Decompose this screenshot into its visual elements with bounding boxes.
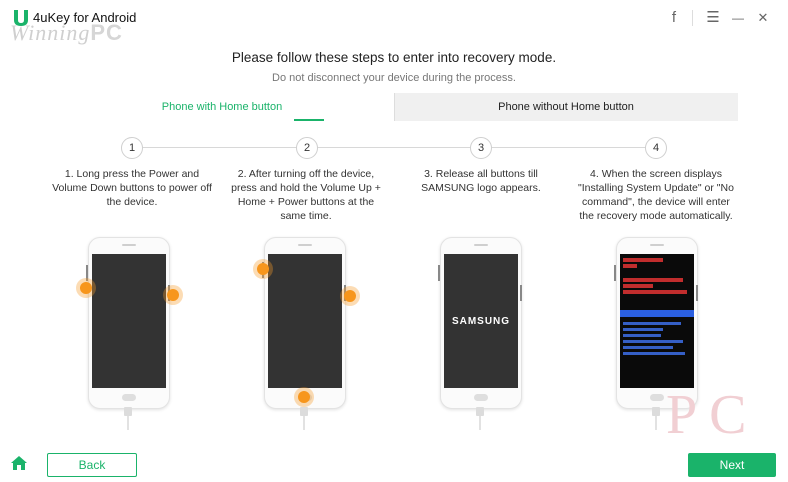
watermark: WinningPC <box>10 20 123 45</box>
next-button[interactable]: Next <box>688 453 776 477</box>
usb-cable <box>655 416 657 430</box>
volume-up-press-indicator <box>253 259 273 279</box>
usb-cable <box>303 416 305 430</box>
step-4-number: 4 <box>645 137 667 159</box>
phone-home-button <box>474 394 488 401</box>
title-bar: 4uKey for Android WinningPC f ☰ — ✕ <box>0 0 788 45</box>
usb-connector <box>652 407 660 416</box>
phone-screen <box>268 254 342 388</box>
recovery-menu-item <box>623 340 683 343</box>
phone-screen <box>92 254 166 388</box>
phone-speaker <box>122 244 136 246</box>
active-tab-indicator <box>294 119 324 121</box>
phone-speaker <box>474 244 488 246</box>
recovery-info-text <box>623 278 683 282</box>
volume-button <box>438 265 440 281</box>
phone-speaker <box>650 244 664 246</box>
corner-watermark: PC <box>666 384 759 446</box>
step-2-number: 2 <box>296 137 318 159</box>
facebook-icon[interactable]: f <box>664 8 684 28</box>
step-1-number: 1 <box>121 137 143 159</box>
menu-icon[interactable]: ☰ <box>703 8 723 28</box>
phone-screen: SAMSUNG <box>444 254 518 388</box>
recovery-menu-selected <box>620 310 694 317</box>
tab-phone-with-home-button[interactable]: Phone with Home button <box>50 93 394 121</box>
recovery-mode-screen <box>620 254 694 388</box>
recovery-menu-item <box>623 346 673 349</box>
step-2-text: 2. After turning off the device, press a… <box>231 168 381 222</box>
recovery-menu-item <box>623 352 685 355</box>
step-3-number: 3 <box>470 137 492 159</box>
phone-speaker <box>298 244 312 246</box>
home-press-indicator <box>294 387 314 407</box>
volume-button <box>614 265 616 281</box>
power-button <box>696 285 698 301</box>
recovery-menu-item <box>623 334 661 337</box>
usb-cable <box>479 416 481 430</box>
page-title: Please follow these steps to enter into … <box>231 50 557 65</box>
steps-connector-line <box>142 147 647 148</box>
recovery-header-text <box>623 264 637 268</box>
titlebar-divider <box>692 10 693 26</box>
power-press-indicator <box>340 286 360 306</box>
power-button <box>520 285 522 301</box>
back-button[interactable]: Back <box>47 453 137 477</box>
usb-cable <box>127 416 129 430</box>
recovery-menu-item <box>623 328 663 331</box>
home-icon[interactable] <box>10 454 28 472</box>
usb-connector <box>476 407 484 416</box>
samsung-logo: SAMSUNG <box>451 316 511 327</box>
phone-home-button <box>650 394 664 401</box>
power-press-indicator <box>163 285 183 305</box>
phone-illustration-2 <box>264 237 346 409</box>
recovery-info-text <box>623 284 653 288</box>
step-4-text: 4. When the screen displays "Installing … <box>578 168 734 222</box>
recovery-menu-item <box>623 322 681 325</box>
page-subtitle: Do not disconnect your device during the… <box>272 72 516 84</box>
phone-illustration-1 <box>88 237 170 409</box>
minimize-icon[interactable]: — <box>728 8 748 28</box>
tab-bar: Phone with Home button Phone without Hom… <box>50 93 738 121</box>
step-3-text: 3. Release all buttons till SAMSUNG logo… <box>421 168 541 194</box>
usb-connector <box>300 407 308 416</box>
step-1-text: 1. Long press the Power and Volume Down … <box>52 168 212 208</box>
usb-connector <box>124 407 132 416</box>
close-icon[interactable]: ✕ <box>753 8 773 28</box>
recovery-info-text <box>623 290 687 294</box>
tab-divider <box>394 93 395 121</box>
recovery-header-text <box>623 258 663 262</box>
phone-illustration-3: SAMSUNG <box>440 237 522 409</box>
phone-home-button <box>122 394 136 401</box>
volume-down-press-indicator <box>76 278 96 298</box>
tab-phone-without-home-button[interactable]: Phone without Home button <box>394 93 738 121</box>
